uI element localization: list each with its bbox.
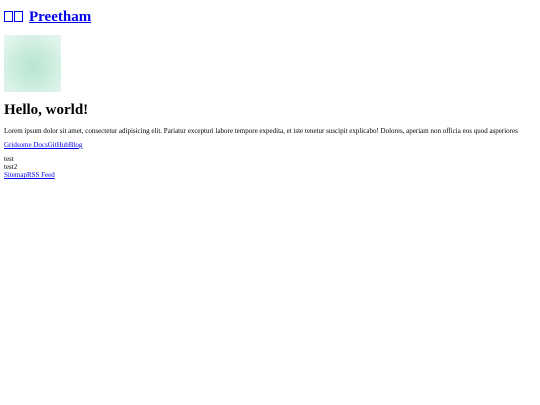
site-title: Preetham [4,0,536,26]
blog-link[interactable]: Blog [69,141,83,149]
rss-feed-link[interactable]: RSS Feed [27,171,55,179]
test-item: test2 [4,163,18,171]
intro-paragraph: Lorem ipsum dolor sit amet, consectetur … [4,127,518,135]
test-list: test test2 [4,155,536,171]
site-name: Preetham [29,9,92,25]
footer-links: SitemapRSS Feed [4,171,536,179]
page: Preetham Hello, world! Lorem ipsum dolor… [0,0,540,179]
page-heading: Hello, world! [4,102,89,118]
logo-icon [4,9,24,25]
hero-image [4,35,61,92]
test-item: test [4,155,14,163]
github-link[interactable]: GitHub [48,141,69,149]
gridsome-docs-link[interactable]: Gridsome Docs [4,141,48,149]
site-title-link[interactable]: Preetham [4,9,91,25]
main-links: Gridsome DocsGitHubBlog [4,141,536,150]
sitemap-link[interactable]: Sitemap [4,171,27,179]
